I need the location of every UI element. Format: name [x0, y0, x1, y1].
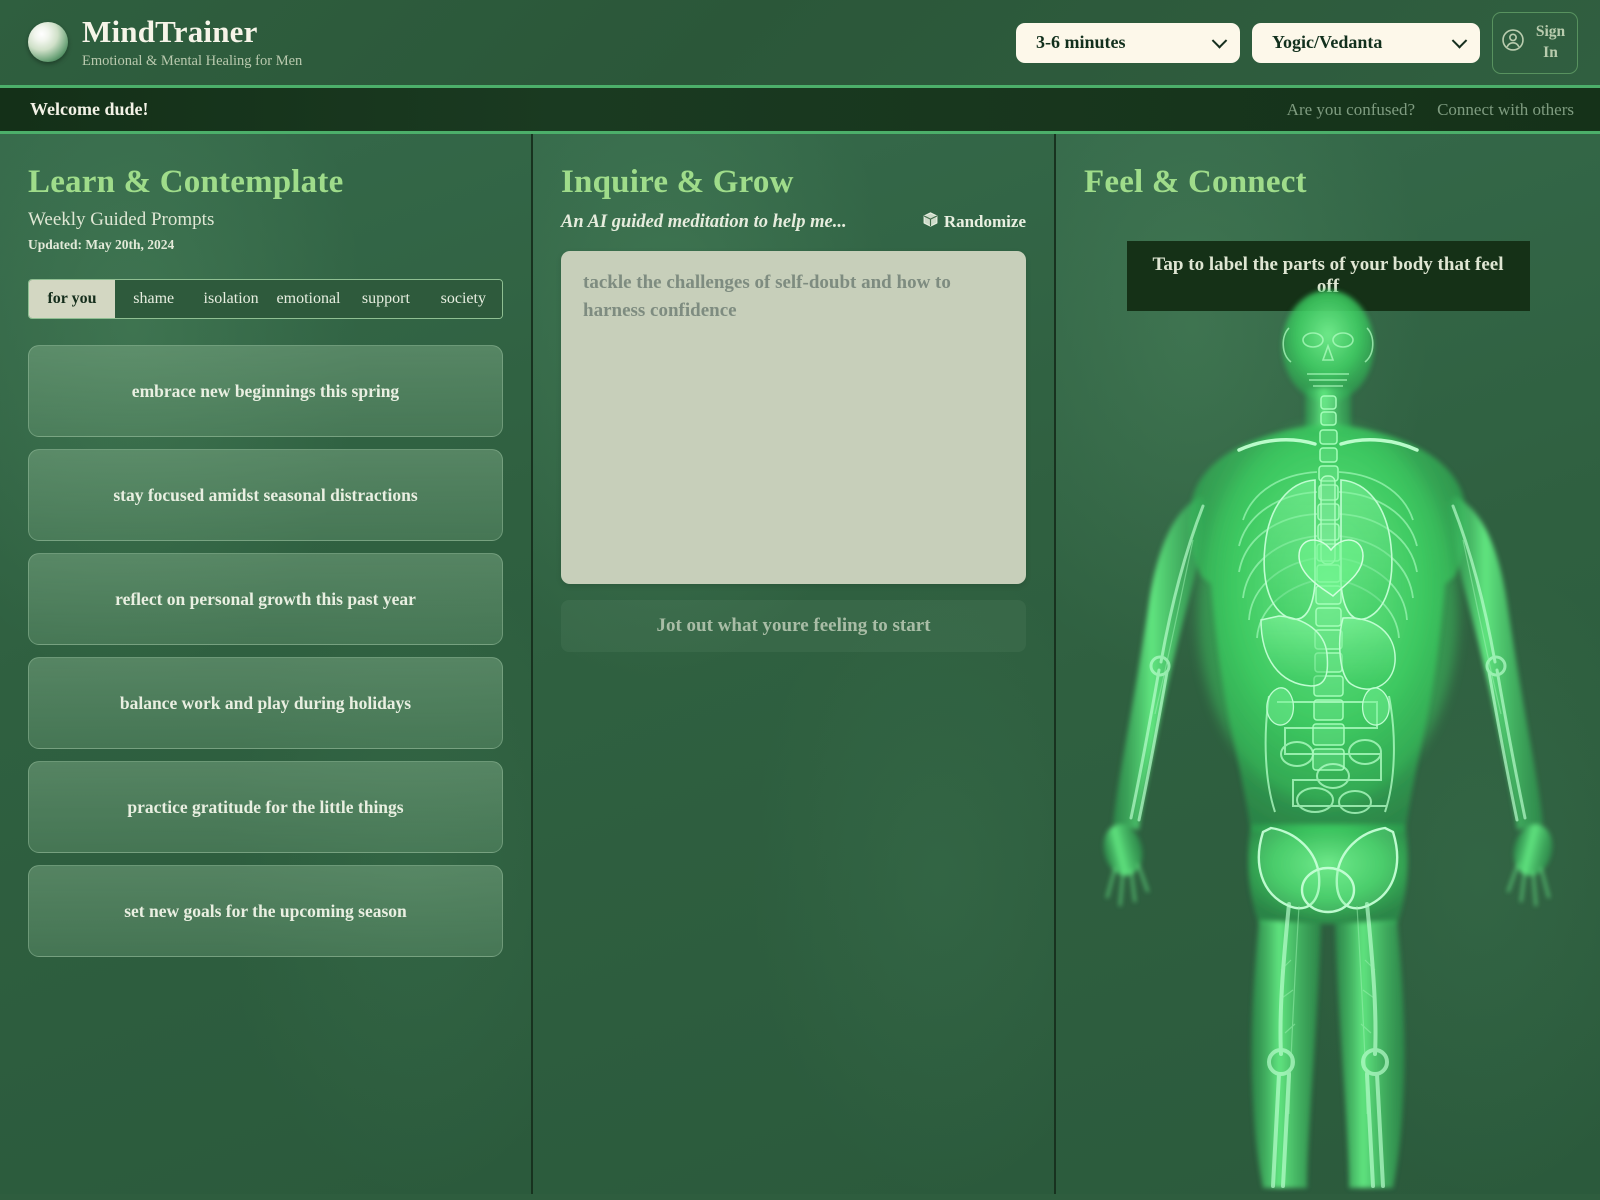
start-meditation-button[interactable]: Jot out what youre feeling to start	[561, 600, 1026, 652]
learn-contemplate-panel: Learn & Contemplate Weekly Guided Prompt…	[0, 134, 533, 1194]
header-controls: 3-6 minutes Yogic/Vedanta Sign In	[1016, 11, 1578, 74]
app-title: MindTrainer	[82, 14, 258, 50]
randomize-button[interactable]: Randomize	[922, 211, 1026, 233]
prompt-card[interactable]: embrace new beginnings this spring	[28, 345, 503, 437]
welcome-bar: Welcome dude! Are you confused? Connect …	[0, 88, 1600, 134]
prompt-card[interactable]: set new goals for the upcoming season	[28, 865, 503, 957]
chevron-down-icon	[1451, 32, 1468, 49]
tradition-select-value: Yogic/Vedanta	[1272, 32, 1383, 52]
middle-panel-title: Inquire & Grow	[561, 164, 794, 200]
prompt-card[interactable]: practice gratitude for the little things	[28, 761, 503, 853]
prompt-card-list: embrace new beginnings this spring stay …	[28, 345, 503, 957]
connect-link[interactable]: Connect with others	[1437, 100, 1574, 120]
human-anatomy-xray-figure[interactable]	[1056, 284, 1600, 1194]
main-columns: Learn & Contemplate Weekly Guided Prompt…	[0, 134, 1600, 1194]
randomize-label: Randomize	[943, 212, 1026, 231]
tab-support[interactable]: support	[347, 280, 425, 318]
prompt-card[interactable]: balance work and play during holidays	[28, 657, 503, 749]
tab-society[interactable]: society	[424, 280, 502, 318]
duration-select-value: 3-6 minutes	[1036, 32, 1126, 52]
user-circle-icon	[1500, 27, 1526, 58]
meditation-textarea[interactable]: tackle the challenges of self-doubt and …	[561, 251, 1026, 584]
left-panel-updated: Updated: May 20th, 2024	[28, 237, 175, 252]
tab-emotional[interactable]: emotional	[269, 280, 348, 318]
middle-subtitle-row: An AI guided meditation to help me... Ra…	[561, 211, 1026, 233]
welcome-links: Are you confused? Connect with others	[1287, 100, 1574, 120]
prompt-card[interactable]: reflect on personal growth this past yea…	[28, 553, 503, 645]
prompt-card[interactable]: stay focused amidst seasonal distraction…	[28, 449, 503, 541]
chevron-down-icon	[1211, 32, 1228, 49]
tab-shame[interactable]: shame	[115, 280, 193, 318]
tradition-select[interactable]: Yogic/Vedanta	[1252, 22, 1480, 63]
body-label-banner[interactable]: Tap to label the parts of your body that…	[1126, 241, 1530, 311]
brand: MindTrainer Emotional & Mental Healing f…	[28, 16, 302, 69]
confused-link[interactable]: Are you confused?	[1287, 100, 1415, 120]
middle-panel-subtitle: An AI guided meditation to help me...	[561, 212, 847, 232]
feel-connect-panel: Feel & Connect Tap to label the parts of…	[1056, 134, 1600, 1194]
tab-for-you[interactable]: for you	[29, 280, 115, 318]
left-panel-subtitle: Weekly Guided Prompts	[28, 209, 215, 230]
sign-in-label: Sign In	[1535, 22, 1566, 61]
duration-select[interactable]: 3-6 minutes	[1016, 22, 1240, 63]
brand-text: MindTrainer Emotional & Mental Healing f…	[82, 16, 302, 69]
inquire-grow-panel: Inquire & Grow An AI guided meditation t…	[533, 134, 1056, 1194]
sphere-logo-icon	[28, 22, 68, 63]
tab-isolation[interactable]: isolation	[192, 280, 270, 318]
app-tagline: Emotional & Mental Healing for Men	[82, 52, 303, 69]
dice-cube-icon	[922, 211, 939, 233]
left-panel-title: Learn & Contemplate	[28, 164, 344, 200]
sign-in-button[interactable]: Sign In	[1492, 11, 1578, 74]
welcome-greeting: Welcome dude!	[30, 99, 149, 119]
prompt-category-tabs: for you shame isolation emotional suppor…	[28, 279, 503, 319]
right-panel-title: Feel & Connect	[1084, 164, 1307, 200]
app-header: MindTrainer Emotional & Mental Healing f…	[0, 0, 1600, 88]
